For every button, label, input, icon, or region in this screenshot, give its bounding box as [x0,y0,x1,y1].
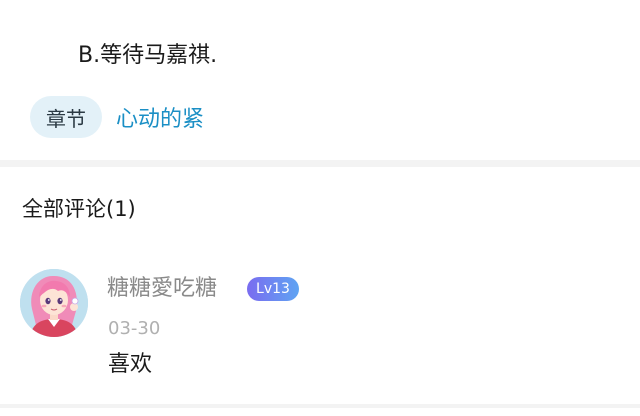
avatar[interactable] [20,269,88,337]
chapter-link[interactable]: 心动的紧 [116,101,204,133]
comment-text: 喜欢 [108,352,153,377]
bottom-divider [0,404,640,408]
chapter-row: 章节 心动的紧 [30,96,204,138]
user-level-badge: Lv13 [247,277,299,301]
comments-title: 全部评论(1) [22,197,136,221]
avatar-anime-girl-icon [20,269,88,337]
comment-date: 03-30 [108,318,161,339]
comment-username[interactable]: 糖糖愛吃糖 [107,272,217,306]
section-divider [0,160,640,167]
answer-option: B.等待马嘉祺. [78,43,218,68]
post-detail-page: B.等待马嘉祺. 章节 心动的紧 全部评论(1) 糖糖愛吃糖 Lv13 03-3… [0,0,640,416]
chapter-badge: 章节 [30,96,102,138]
